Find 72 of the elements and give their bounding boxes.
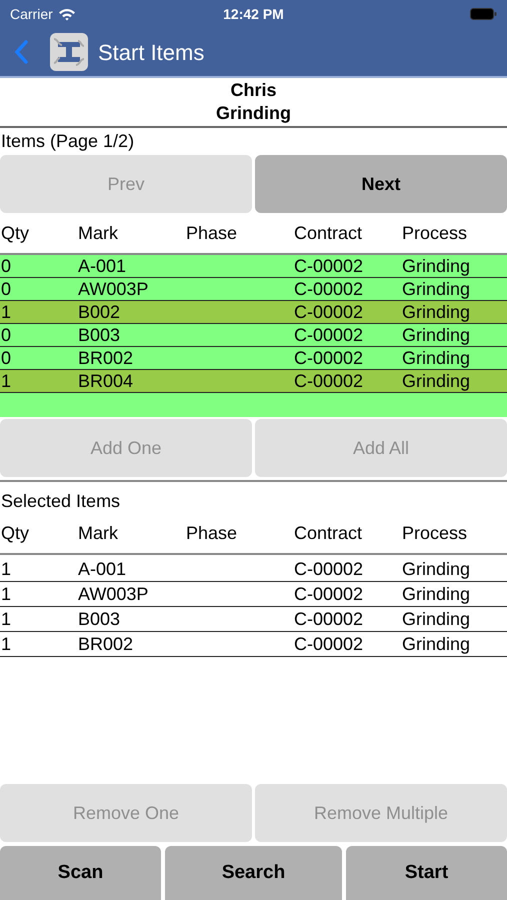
table-cell-text: BR002	[77, 347, 134, 369]
table-row[interactable]: 0 B003 C-00002 Grinding	[0, 324, 507, 347]
column-header: Process	[401, 222, 468, 244]
table-cell-text: 1	[0, 633, 12, 655]
table-cell-text: AW003P	[77, 278, 150, 300]
table-cell-text: B003	[77, 608, 122, 630]
table-row[interactable]: 1 BR004 C-00002 Grinding	[0, 370, 507, 393]
table-cell-text: C-00002	[293, 255, 364, 277]
table-cell-text: Grinding	[401, 633, 472, 655]
column-header: Mark	[77, 522, 119, 544]
table-cell-text: 1	[0, 370, 12, 392]
table-cell-text: B003	[77, 324, 122, 346]
carrier-label: Carrier	[10, 4, 53, 24]
column-header: Phase	[185, 222, 238, 244]
table-cell-text: 0	[0, 255, 12, 277]
table-cell-text: Grinding	[401, 347, 472, 369]
table-cell-text: C-00002	[293, 370, 364, 392]
table-cell-text: Grinding	[401, 301, 472, 323]
column-header: Process	[401, 522, 468, 544]
table-cell-text: 0	[0, 278, 12, 300]
table-row[interactable]	[0, 393, 507, 417]
table-cell-text: A-001	[77, 255, 128, 277]
toolbar-button[interactable]: Search	[164, 846, 342, 900]
table-cell-text: AW003P	[77, 583, 150, 605]
table-cell-text: C-00002	[293, 324, 364, 346]
table-cell-text: C-00002	[293, 347, 364, 369]
table-cell-text: Grinding	[401, 278, 472, 300]
toolbar-button[interactable]: Scan	[0, 846, 161, 900]
table-cell-text: 1	[0, 301, 12, 323]
clock: 12:42 PM	[223, 4, 284, 24]
table-cell-text: Grinding	[401, 558, 472, 580]
table-cell-text: Grinding	[401, 324, 472, 346]
table-cell-text: C-00002	[293, 278, 364, 300]
table-cell-text: Grinding	[401, 583, 472, 605]
column-header: Contract	[293, 222, 364, 244]
toolbar-button[interactable]: Start	[346, 846, 507, 900]
section-title: Selected Items	[0, 490, 120, 513]
table-cell-text: Grinding	[401, 255, 472, 277]
process-name: Grinding	[216, 102, 291, 125]
table-cell-text: 1	[0, 608, 12, 630]
section-title: Items (Page 1/2)	[0, 130, 134, 153]
wifi-icon	[58, 8, 76, 20]
table-cell-text: C-00002	[293, 583, 364, 605]
table-cell-text: 0	[0, 324, 12, 346]
battery-icon	[470, 8, 497, 20]
column-header: Contract	[293, 522, 364, 544]
table-row[interactable]: 1 B002 C-00002 Grinding	[0, 301, 507, 324]
table-cell-text: C-00002	[293, 633, 364, 655]
action-button[interactable]: Next	[255, 155, 507, 213]
table-cell-text: Grinding	[401, 370, 472, 392]
column-header: Phase	[185, 522, 238, 544]
table-cell-text: 1	[0, 583, 12, 605]
column-header: Mark	[77, 222, 119, 244]
table-cell-text: Grinding	[401, 608, 472, 630]
table-cell-text: B002	[77, 301, 122, 323]
table-cell-text: C-00002	[293, 558, 364, 580]
table-row[interactable]: 0 A-001 C-00002 Grinding	[0, 255, 507, 278]
table-cell-text: C-00002	[293, 301, 364, 323]
table-cell-text: BR002	[77, 633, 134, 655]
table-cell-text: 1	[0, 558, 12, 580]
column-header: Qty	[0, 522, 30, 545]
app-logo-icon	[50, 33, 88, 71]
back-icon[interactable]	[14, 40, 28, 64]
table-cell-text: 0	[0, 347, 12, 369]
table-cell-text: A-001	[77, 558, 128, 580]
screen-title: Start Items	[98, 38, 204, 66]
column-header: Qty	[0, 222, 30, 245]
table-cell-text: C-00002	[293, 608, 364, 630]
table-row[interactable]: 0 AW003P C-00002 Grinding	[0, 278, 507, 301]
operator-name: Chris	[230, 79, 276, 102]
table-cell-text: BR004	[77, 370, 134, 392]
table-row[interactable]: 0 BR002 C-00002 Grinding	[0, 347, 507, 370]
